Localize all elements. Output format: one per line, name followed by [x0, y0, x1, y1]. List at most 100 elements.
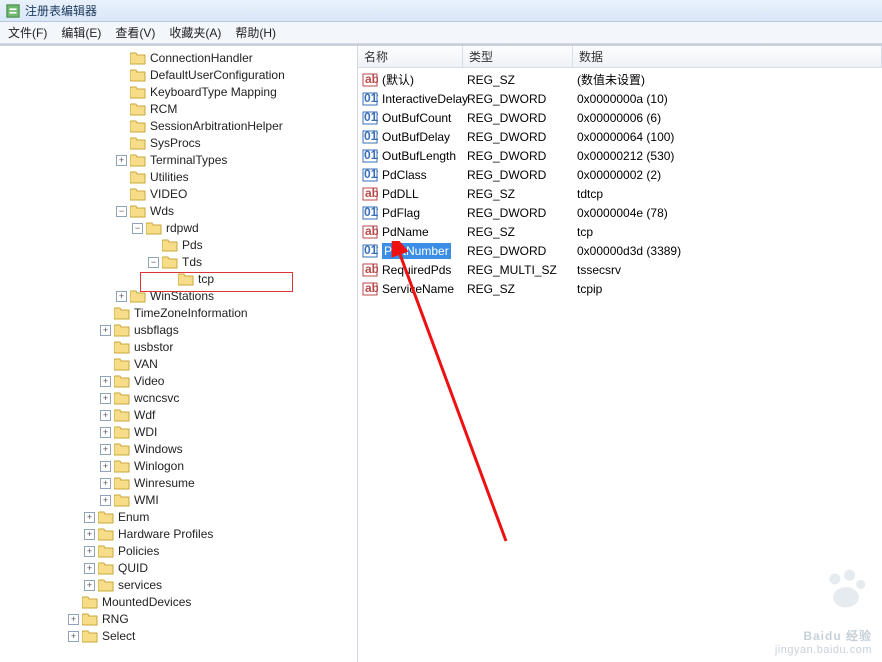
tree-item-label: Winresume	[134, 475, 195, 492]
column-type[interactable]: 类型	[463, 46, 573, 67]
svg-text:011: 011	[364, 129, 378, 143]
tree-item[interactable]: −Tds	[0, 254, 357, 271]
menu-help[interactable]: 帮助(H)	[235, 24, 276, 41]
value-type: REG_DWORD	[467, 149, 577, 163]
expand-icon[interactable]: +	[84, 563, 95, 574]
toggle-spacer	[148, 240, 159, 251]
tree-item[interactable]: Pds	[0, 237, 357, 254]
value-row[interactable]: 011PortNumberREG_DWORD0x00000d3d (3389)	[358, 241, 882, 260]
tree-item-label: MountedDevices	[102, 594, 191, 611]
value-row[interactable]: 011InteractiveDelayREG_DWORD0x0000000a (…	[358, 89, 882, 108]
tree-item[interactable]: +TerminalTypes	[0, 152, 357, 169]
tree-item[interactable]: +Windows	[0, 441, 357, 458]
menu-favorites[interactable]: 收藏夹(A)	[169, 24, 221, 41]
tree-pane[interactable]: ConnectionHandlerDefaultUserConfiguratio…	[0, 46, 358, 662]
tree-item[interactable]: SysProcs	[0, 135, 357, 152]
value-data: tcp	[577, 225, 882, 239]
tree-item[interactable]: +Enum	[0, 509, 357, 526]
tree-item[interactable]: +WMI	[0, 492, 357, 509]
collapse-icon[interactable]: −	[148, 257, 159, 268]
tree-item[interactable]: +RNG	[0, 611, 357, 628]
expand-icon[interactable]: +	[100, 410, 111, 421]
expand-icon[interactable]: +	[84, 529, 95, 540]
collapse-icon[interactable]: −	[132, 223, 143, 234]
folder-icon	[114, 409, 130, 422]
tree-item[interactable]: Utilities	[0, 169, 357, 186]
value-row[interactable]: abRequiredPdsREG_MULTI_SZtssecsrv	[358, 260, 882, 279]
tree-item[interactable]: +Video	[0, 373, 357, 390]
toggle-spacer	[116, 87, 127, 98]
tree-item[interactable]: TimeZoneInformation	[0, 305, 357, 322]
expand-icon[interactable]: +	[100, 444, 111, 455]
tree-item-label: rdpwd	[166, 220, 199, 237]
column-data[interactable]: 数据	[573, 46, 882, 67]
value-name: OutBufDelay	[382, 130, 467, 144]
svg-text:011: 011	[364, 243, 378, 257]
window-titlebar: 注册表编辑器	[0, 0, 882, 22]
expand-icon[interactable]: +	[100, 461, 111, 472]
expand-icon[interactable]: +	[84, 580, 95, 591]
tree-item[interactable]: +services	[0, 577, 357, 594]
folder-icon	[114, 443, 130, 456]
expand-icon[interactable]: +	[84, 512, 95, 523]
tree-item[interactable]: DefaultUserConfiguration	[0, 67, 357, 84]
svg-text:011: 011	[364, 110, 378, 124]
registry-tree[interactable]: ConnectionHandlerDefaultUserConfiguratio…	[0, 50, 357, 645]
value-type: REG_SZ	[467, 73, 577, 87]
value-type: REG_SZ	[467, 187, 577, 201]
expand-icon[interactable]: +	[100, 325, 111, 336]
expand-icon[interactable]: +	[68, 614, 79, 625]
expand-icon[interactable]: +	[100, 393, 111, 404]
value-row[interactable]: 011PdClassREG_DWORD0x00000002 (2)	[358, 165, 882, 184]
tree-item[interactable]: +usbflags	[0, 322, 357, 339]
value-row[interactable]: 011OutBufCountREG_DWORD0x00000006 (6)	[358, 108, 882, 127]
menu-file[interactable]: 文件(F)	[8, 24, 47, 41]
tree-item[interactable]: +Wdf	[0, 407, 357, 424]
tree-item[interactable]: +wcncsvc	[0, 390, 357, 407]
tree-item[interactable]: RCM	[0, 101, 357, 118]
tree-item[interactable]: +QUID	[0, 560, 357, 577]
menu-view[interactable]: 查看(V)	[115, 24, 155, 41]
tree-item[interactable]: ConnectionHandler	[0, 50, 357, 67]
tree-item[interactable]: +Hardware Profiles	[0, 526, 357, 543]
tree-item[interactable]: − rdpwd	[0, 220, 357, 237]
binary-value-icon: 011	[362, 129, 378, 145]
value-row[interactable]: ab(默认)REG_SZ(数值未设置)	[358, 70, 882, 89]
expand-icon[interactable]: +	[116, 291, 127, 302]
value-type: REG_SZ	[467, 225, 577, 239]
expand-icon[interactable]: +	[100, 376, 111, 387]
expand-icon[interactable]: +	[100, 495, 111, 506]
folder-icon	[130, 103, 146, 116]
values-pane[interactable]: 名称 类型 数据 ab(默认)REG_SZ(数值未设置)011Interacti…	[358, 46, 882, 662]
tree-item[interactable]: tcp	[0, 271, 357, 288]
menu-edit[interactable]: 编辑(E)	[61, 24, 101, 41]
tree-item[interactable]: + Winresume	[0, 475, 357, 492]
value-row[interactable]: 011PdFlagREG_DWORD0x0000004e (78)	[358, 203, 882, 222]
tree-item[interactable]: VAN	[0, 356, 357, 373]
tree-item[interactable]: MountedDevices	[0, 594, 357, 611]
tree-item[interactable]: +Select	[0, 628, 357, 645]
value-row[interactable]: 011OutBufDelayREG_DWORD0x00000064 (100)	[358, 127, 882, 146]
value-row[interactable]: abPdDLLREG_SZtdtcp	[358, 184, 882, 203]
expand-icon[interactable]: +	[68, 631, 79, 642]
tree-item[interactable]: +WinStations	[0, 288, 357, 305]
column-name[interactable]: 名称	[358, 46, 463, 67]
value-row[interactable]: 011OutBufLengthREG_DWORD0x00000212 (530)	[358, 146, 882, 165]
value-row[interactable]: abPdNameREG_SZtcp	[358, 222, 882, 241]
svg-text:011: 011	[364, 91, 378, 105]
collapse-icon[interactable]: −	[116, 206, 127, 217]
tree-item[interactable]: +Policies	[0, 543, 357, 560]
value-data: tssecsrv	[577, 263, 882, 277]
expand-icon[interactable]: +	[84, 546, 95, 557]
tree-item[interactable]: SessionArbitrationHelper	[0, 118, 357, 135]
tree-item[interactable]: VIDEO	[0, 186, 357, 203]
tree-item[interactable]: +WDI	[0, 424, 357, 441]
expand-icon[interactable]: +	[100, 427, 111, 438]
tree-item[interactable]: −Wds	[0, 203, 357, 220]
expand-icon[interactable]: +	[116, 155, 127, 166]
tree-item[interactable]: usbstor	[0, 339, 357, 356]
tree-item[interactable]: KeyboardType Mapping	[0, 84, 357, 101]
value-row[interactable]: abServiceNameREG_SZtcpip	[358, 279, 882, 298]
expand-icon[interactable]: +	[100, 478, 111, 489]
tree-item[interactable]: +Winlogon	[0, 458, 357, 475]
